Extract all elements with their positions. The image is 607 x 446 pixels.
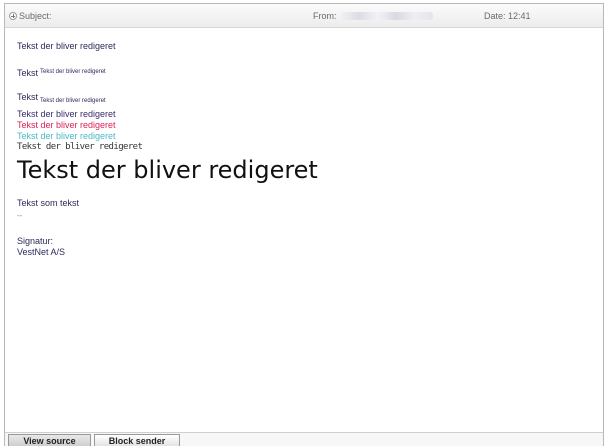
- body-line-5-pink: Tekst der bliver redigeret: [17, 120, 116, 130]
- body-line-9: Tekst som tekst: [17, 198, 80, 208]
- body-line-2-superscript: Tekst der bliver redigeret: [40, 69, 106, 75]
- signature-separator: --: [17, 211, 23, 220]
- body-line-2-word: Tekst: [17, 68, 39, 78]
- from-field: From:: [313, 11, 433, 21]
- body-line-3-subscript: Tekst der bliver redigeret: [40, 98, 106, 104]
- body-line-3-word: Tekst: [17, 92, 39, 102]
- body-line-8-large: Tekst der bliver redigeret: [17, 156, 318, 184]
- from-label: From:: [313, 11, 337, 21]
- email-view-window: Subject: From: Date: 12:41 Tekst der bli…: [4, 3, 604, 446]
- block-sender-button[interactable]: Block sender: [94, 434, 180, 446]
- date-field: Date: 12:41: [484, 11, 531, 21]
- body-line-6-cyan: Tekst der bliver redigeret: [17, 131, 116, 141]
- body-line-2: Tekst Tekst der bliver redigeret: [17, 68, 106, 78]
- subject-field[interactable]: Subject:: [9, 11, 52, 21]
- body-line-4: Tekst der bliver redigeret: [17, 109, 116, 119]
- subject-label: Subject:: [19, 11, 52, 21]
- view-source-button[interactable]: View source: [8, 434, 91, 446]
- body-line-7-script: Tekst der bliver redigeret: [17, 142, 143, 152]
- body-line-1: Tekst der bliver redigeret: [17, 41, 116, 51]
- body-line-3: Tekst Tekst der bliver redigeret: [17, 92, 106, 104]
- action-bar: View source Block sender: [5, 432, 603, 446]
- redacted-sender-address: [340, 12, 433, 20]
- signature-label: Signatur:: [17, 236, 54, 246]
- expand-icon[interactable]: [9, 12, 17, 20]
- message-header: Subject: From: Date: 12:41: [5, 4, 603, 28]
- signature-company: VestNet A/S: [17, 247, 66, 257]
